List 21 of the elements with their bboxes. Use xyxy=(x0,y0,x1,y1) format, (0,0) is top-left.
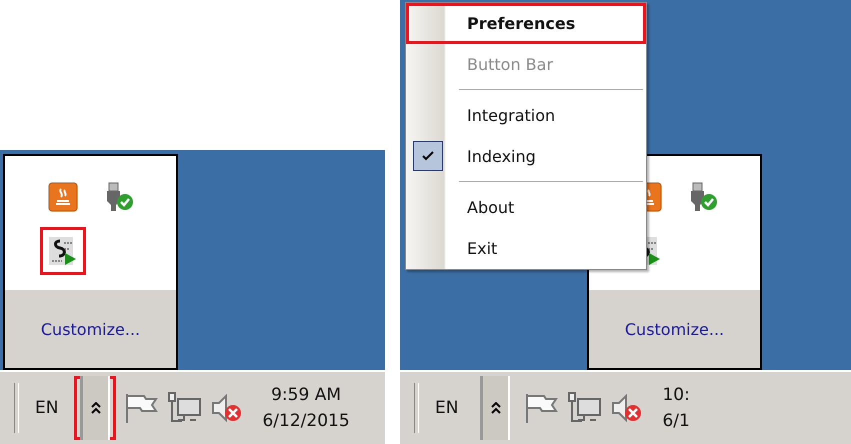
clock-time: 10: xyxy=(662,384,690,407)
double-chevron-icon xyxy=(90,402,101,414)
script-play-icon[interactable] xyxy=(40,227,86,275)
clock-date: 6/1 xyxy=(662,410,690,433)
flag-icon[interactable] xyxy=(524,392,558,424)
show-hidden-icons-button[interactable] xyxy=(74,376,116,440)
language-indicator[interactable]: EN xyxy=(427,398,466,418)
network-computer-icon[interactable] xyxy=(166,391,202,425)
menu-item[interactable]: About xyxy=(406,187,646,228)
clock-time: 9:59 AM xyxy=(271,384,341,407)
menu-item[interactable]: Integration xyxy=(406,95,646,136)
flag-icon[interactable] xyxy=(124,392,158,424)
customize-link[interactable]: Customize... xyxy=(40,320,140,338)
customize-link[interactable]: Customize... xyxy=(624,320,724,338)
network-computer-icon[interactable] xyxy=(566,391,602,425)
menu-item[interactable]: Exit xyxy=(406,228,646,269)
menu-item[interactable]: Preferences xyxy=(406,3,646,44)
clock-date: 6/12/2015 xyxy=(262,410,350,433)
menu-item[interactable]: Indexing xyxy=(406,136,646,177)
double-chevron-icon xyxy=(490,402,501,414)
language-indicator[interactable]: EN xyxy=(27,398,66,418)
